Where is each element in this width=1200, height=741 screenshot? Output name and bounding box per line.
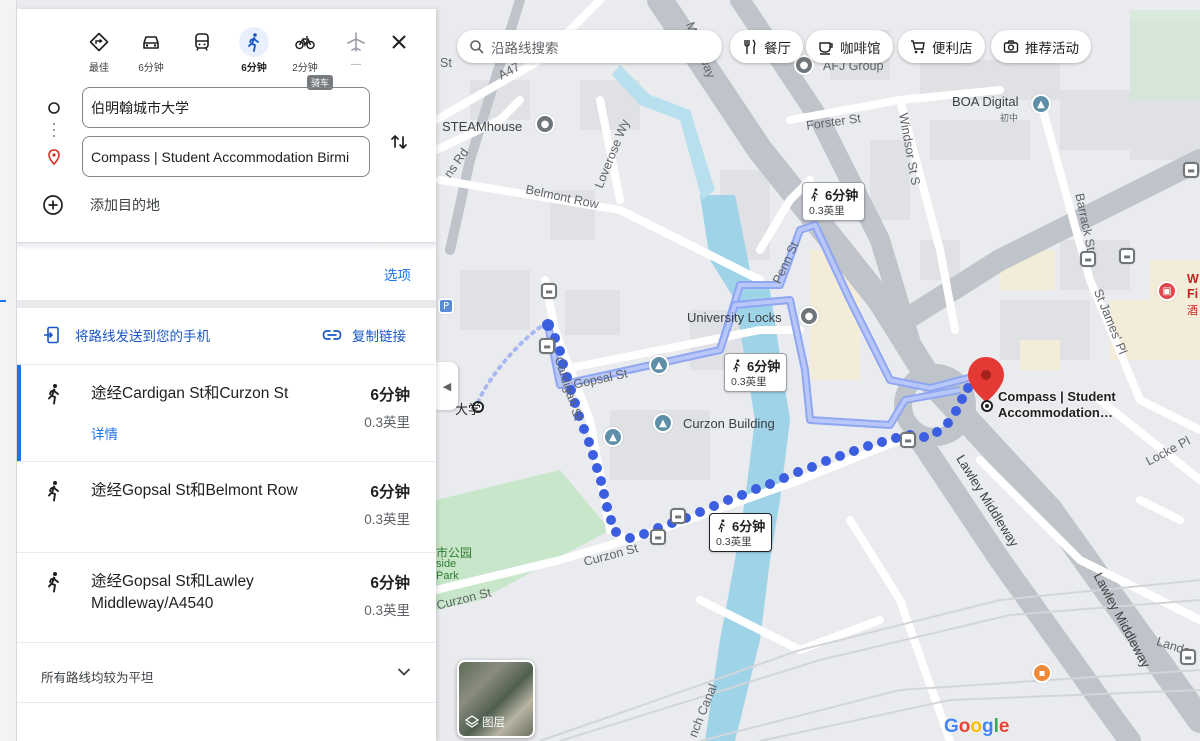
add-circle-icon	[43, 195, 63, 215]
bus-stop-icon[interactable]: ▬	[541, 283, 557, 299]
chip-things-to-do[interactable]: 推荐活动	[991, 30, 1091, 63]
route-option-1[interactable]: 途经Cardigan St和Curzon St 6分钟 0.3英里 详情	[17, 364, 436, 461]
walk-icon	[48, 481, 59, 502]
collapse-panel-button[interactable]: ◀	[436, 362, 458, 410]
destination-label[interactable]: Compass | Student Accommodation…	[998, 389, 1116, 421]
walk-icon	[48, 384, 59, 405]
mode-best[interactable]: 最佳	[79, 27, 119, 74]
rail-indicator	[0, 300, 6, 302]
elevation-note[interactable]: 所有路线均较为平坦	[17, 642, 436, 702]
bus-stop-icon[interactable]: ▬	[1180, 649, 1196, 665]
route-tag-belmont[interactable]: 6分钟 0.3英里	[802, 182, 866, 221]
walk-icon	[718, 518, 725, 532]
poi-label-locks: University Locks	[687, 310, 782, 325]
layers-button[interactable]: 图层	[457, 660, 535, 738]
bus-stop-icon[interactable]: ▬	[1183, 162, 1199, 178]
mode-walk[interactable]: 6分钟	[234, 27, 274, 74]
add-destination-button[interactable]: 添加目的地	[42, 194, 160, 216]
layers-icon	[465, 715, 479, 728]
send-to-phone-icon	[44, 326, 59, 344]
school-icon[interactable]: ▲	[603, 427, 623, 447]
chip-restaurant[interactable]: 餐厅	[730, 30, 803, 63]
divider	[17, 242, 436, 250]
parking-icon[interactable]: P	[438, 298, 454, 314]
poi-pin[interactable]: ●	[799, 306, 819, 326]
coffee-icon	[819, 41, 833, 55]
destination-pin-icon	[48, 149, 60, 165]
route-option-2[interactable]: 途经Gopsal St和Belmont Row 6分钟 0.3英里	[17, 461, 436, 552]
food-icon[interactable]: ▪	[1032, 663, 1052, 683]
walk-icon	[48, 572, 59, 593]
cart-icon	[911, 39, 925, 53]
bus-stop-icon[interactable]: ▬	[1119, 248, 1135, 264]
hotel-icon[interactable]: ▣	[1157, 281, 1177, 301]
close-button[interactable]	[387, 30, 411, 54]
route-option-3[interactable]: 途经Gopsal St和Lawley Middleway/A4540 6分钟 0…	[17, 552, 436, 642]
flight-icon	[347, 32, 365, 52]
origin-circle-icon	[48, 102, 60, 114]
origin-input[interactable]: 伯明翰城市大学	[82, 87, 370, 128]
poi-label-jiu: 酒	[1187, 305, 1198, 317]
travel-mode-bar: 最佳 6分钟 6分钟 2分钟 — 骑车	[17, 27, 436, 90]
mode-drive[interactable]: 6分钟	[131, 27, 171, 74]
search-icon	[470, 39, 484, 54]
poi-label-w: W	[1187, 272, 1199, 286]
bus-stop-icon[interactable]: ▬	[670, 508, 686, 524]
poi-label-steam: STEAMhouse	[442, 119, 523, 134]
chevron-down-icon	[398, 668, 410, 676]
school-icon[interactable]: ▲	[653, 413, 673, 433]
route-tag-lawley[interactable]: 6分钟 0.3英里	[724, 353, 788, 392]
walk-icon	[733, 358, 740, 372]
send-to-phone-button[interactable]: 将路线发送到您的手机	[43, 325, 210, 345]
poi-sublabel-boa: 初中	[1000, 113, 1019, 123]
link-icon	[322, 330, 342, 340]
bus-stop-icon[interactable]: ▬	[900, 432, 916, 448]
google-logo: Google	[944, 716, 1010, 737]
swap-button[interactable]	[387, 130, 411, 154]
bike-icon	[295, 36, 315, 50]
bus-stop-icon[interactable]: ▬	[650, 529, 666, 545]
options-link[interactable]: 选项	[384, 264, 411, 284]
divider	[17, 300, 436, 308]
chip-convenience-store[interactable]: 便利店	[898, 30, 985, 63]
destination-input[interactable]: Compass | Student Accommodation Birmi	[82, 136, 370, 177]
transit-icon	[195, 33, 209, 51]
car-icon	[143, 36, 159, 49]
walk-icon	[811, 187, 818, 201]
mode-transit[interactable]	[182, 27, 222, 59]
park-label: Park	[436, 570, 459, 582]
camera-icon	[1003, 39, 1019, 53]
waypoint-connector	[53, 123, 55, 141]
mode-flight[interactable]: —	[336, 27, 376, 70]
share-row: 将路线发送到您的手机 复制链接	[17, 319, 436, 351]
park-label: side	[436, 558, 457, 570]
school-icon[interactable]: ▲	[1031, 94, 1051, 114]
poi-label-fi: Fi	[1187, 287, 1199, 301]
left-rail	[0, 0, 17, 741]
mode-bike[interactable]: 2分钟	[285, 27, 325, 74]
route-tag-cardigan[interactable]: 6分钟 0.3英里	[709, 513, 773, 552]
close-icon	[392, 35, 406, 49]
poi-label-boa: BOA Digital	[952, 94, 1019, 109]
divider	[17, 702, 436, 703]
best-route-icon	[89, 32, 109, 52]
bus-stop-icon[interactable]: ▬	[1080, 251, 1096, 267]
fork-knife-icon	[744, 39, 756, 54]
poi-pin[interactable]: ●	[535, 114, 555, 134]
chip-cafe[interactable]: 咖啡馆	[806, 30, 893, 63]
route-search-box[interactable]: 沿路线搜索	[457, 30, 722, 63]
search-placeholder: 沿路线搜索	[491, 40, 559, 56]
directions-panel: 最佳 6分钟 6分钟 2分钟 — 骑车 伯明翰城市大学 Compass | St…	[17, 9, 436, 741]
school-icon[interactable]: ▲	[649, 355, 669, 375]
street-label: St	[440, 56, 452, 70]
route-details-link[interactable]: 详情	[91, 423, 118, 443]
chevron-left-icon: ◀	[442, 379, 452, 393]
copy-link-button[interactable]: 复制链接	[322, 325, 406, 345]
bus-stop-icon[interactable]: ▬	[539, 338, 555, 354]
origin-label: 大学	[455, 402, 482, 417]
walk-icon	[248, 33, 259, 52]
swap-arrows-icon	[391, 135, 407, 149]
poi-label-curzon-building: Curzon Building	[683, 416, 775, 431]
